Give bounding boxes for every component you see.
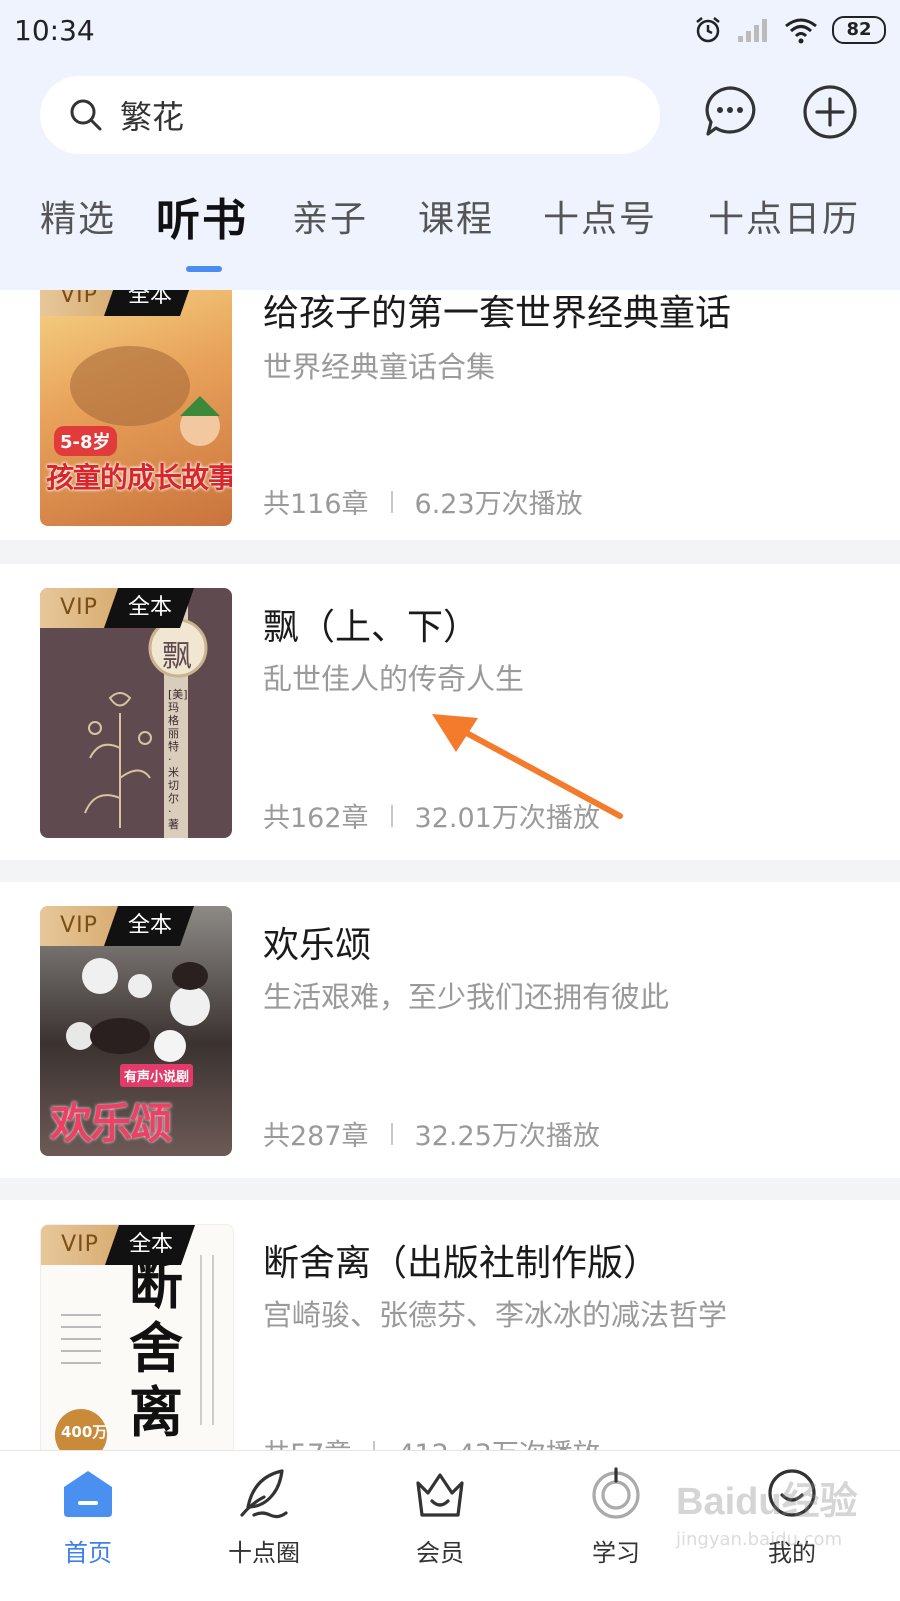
category-tabs: 精选 听书 亲子 课程 十点号 十点日历 [0, 190, 900, 272]
book-subtitle: 宫崎骏、张德芬、李冰冰的减法哲学 [263, 1298, 728, 1332]
chapter-count: 共116章 [263, 489, 369, 520]
nav-label: 十点圈 [228, 1539, 300, 1567]
book-cover[interactable]: VIP 全本 断舍离 400万 [40, 1224, 234, 1476]
nav-mine[interactable]: 我的 [732, 1463, 852, 1593]
complete-badge: 全本 [104, 588, 194, 628]
cover-tag: 400万 [61, 1423, 108, 1441]
chapter-count: 共287章 [263, 1121, 369, 1152]
crown-icon [416, 1473, 464, 1517]
book-title: 给孩子的第一套世界经典童话 [263, 293, 732, 334]
book-cover[interactable]: VIP 全本 有声小说剧 欢乐颂 [40, 906, 232, 1156]
message-icon[interactable] [700, 82, 760, 142]
cover-tag: 有声小说剧 [120, 1064, 194, 1087]
book-subtitle: 世界经典童话合集 [263, 350, 496, 384]
badge: VIP 全本 [40, 906, 194, 946]
target-icon [592, 1467, 640, 1519]
book-meta: 共116章 6.23万次播放 [263, 482, 583, 521]
tab-audiobooks[interactable]: 听书 [156, 184, 248, 248]
tab-courses[interactable]: 课程 [418, 190, 494, 242]
list-item[interactable]: VIP 全本 5-8岁 孩童的成长故事 给孩子的第一套世界经典童话 世界经典童话… [0, 290, 900, 540]
search-input[interactable]: 繁花 [40, 76, 660, 154]
badge: VIP 全本 [40, 588, 194, 628]
book-cover[interactable]: VIP 全本 5-8岁 孩童的成长故事 [40, 290, 232, 526]
tab-featured[interactable]: 精选 [40, 190, 116, 242]
feather-icon [240, 1469, 288, 1519]
nav-membership[interactable]: 会员 [380, 1463, 500, 1593]
tab-shidian-accounts[interactable]: 十点号 [543, 190, 657, 242]
nav-label: 我的 [768, 1539, 816, 1567]
nav-label: 会员 [416, 1539, 464, 1567]
bottom-nav: 首页 十点圈 会员 学习 我的 [0, 1450, 900, 1601]
alarm-icon [696, 17, 720, 43]
list-item[interactable]: VIP 全本 飘 [美]玛格丽特·米切尔·著 飘（上、下） 乱世佳人的传奇人生 … [0, 564, 900, 860]
status-time: 10:34 [14, 14, 95, 47]
cover-tag: 5-8岁 [54, 426, 117, 456]
book-title: 断舍离（出版社制作版） [263, 1243, 660, 1284]
badge: VIP 全本 [41, 1225, 195, 1265]
battery-indicator: 82 [832, 16, 886, 44]
search-value: 繁花 [120, 98, 185, 136]
complete-badge: 全本 [104, 290, 194, 316]
tab-parenting[interactable]: 亲子 [292, 190, 368, 242]
book-cover[interactable]: VIP 全本 飘 [美]玛格丽特·米切尔·著 [40, 588, 232, 838]
book-title: 欢乐颂 [263, 925, 372, 966]
play-count: 6.23万次播放 [414, 489, 583, 520]
complete-badge: 全本 [104, 906, 194, 946]
signal-icon [738, 19, 767, 42]
annotation-arrow [432, 714, 623, 819]
nav-study[interactable]: 学习 [556, 1463, 676, 1593]
book-subtitle: 乱世佳人的传奇人生 [263, 662, 525, 696]
status-bar: 10:34 82 [0, 0, 900, 60]
cover-title: 孩童的成长故事 [46, 461, 232, 494]
header: 繁花 精选 听书 亲子 课程 十点号 十点日历 [0, 60, 900, 290]
list-item[interactable]: VIP 全本 断舍离 400万 断舍离（出版社制作版） 宫崎骏、张德芬、李冰冰的… [0, 1200, 900, 1480]
meta-divider [390, 490, 393, 513]
tab-shidian-calendar[interactable]: 十点日历 [708, 190, 860, 242]
search-icon [70, 99, 102, 131]
meta-divider [390, 1122, 393, 1145]
active-tab-indicator [186, 266, 222, 272]
complete-badge: 全本 [105, 1225, 195, 1265]
add-icon[interactable] [800, 82, 860, 142]
status-icons: 82 [694, 14, 886, 46]
chapter-count: 共162章 [263, 803, 369, 834]
list-item[interactable]: VIP 全本 有声小说剧 欢乐颂 欢乐颂 生活艰难，至少我们还拥有彼此 共287… [0, 882, 900, 1178]
cover-author: [美]玛格丽特·米切尔·著 [168, 688, 188, 831]
meta-divider [390, 804, 393, 827]
nav-home[interactable]: 首页 [28, 1463, 148, 1593]
badge: VIP 全本 [40, 290, 194, 316]
wifi-icon [785, 18, 817, 44]
cover-title: 飘 [162, 639, 192, 674]
nav-label: 学习 [592, 1539, 640, 1567]
play-count: 32.25万次播放 [414, 1121, 600, 1152]
nav-label: 首页 [64, 1539, 112, 1567]
smile-icon [768, 1469, 816, 1517]
home-icon [64, 1471, 112, 1517]
book-list: VIP 全本 5-8岁 孩童的成长故事 给孩子的第一套世界经典童话 世界经典童话… [0, 290, 900, 1480]
book-meta: 共287章 32.25万次播放 [263, 1114, 600, 1153]
cover-title: 欢乐颂 [50, 1099, 172, 1148]
book-subtitle: 生活艰难，至少我们还拥有彼此 [263, 980, 670, 1014]
nav-shidian-circle[interactable]: 十点圈 [204, 1463, 324, 1593]
book-title: 飘（上、下） [263, 607, 480, 648]
